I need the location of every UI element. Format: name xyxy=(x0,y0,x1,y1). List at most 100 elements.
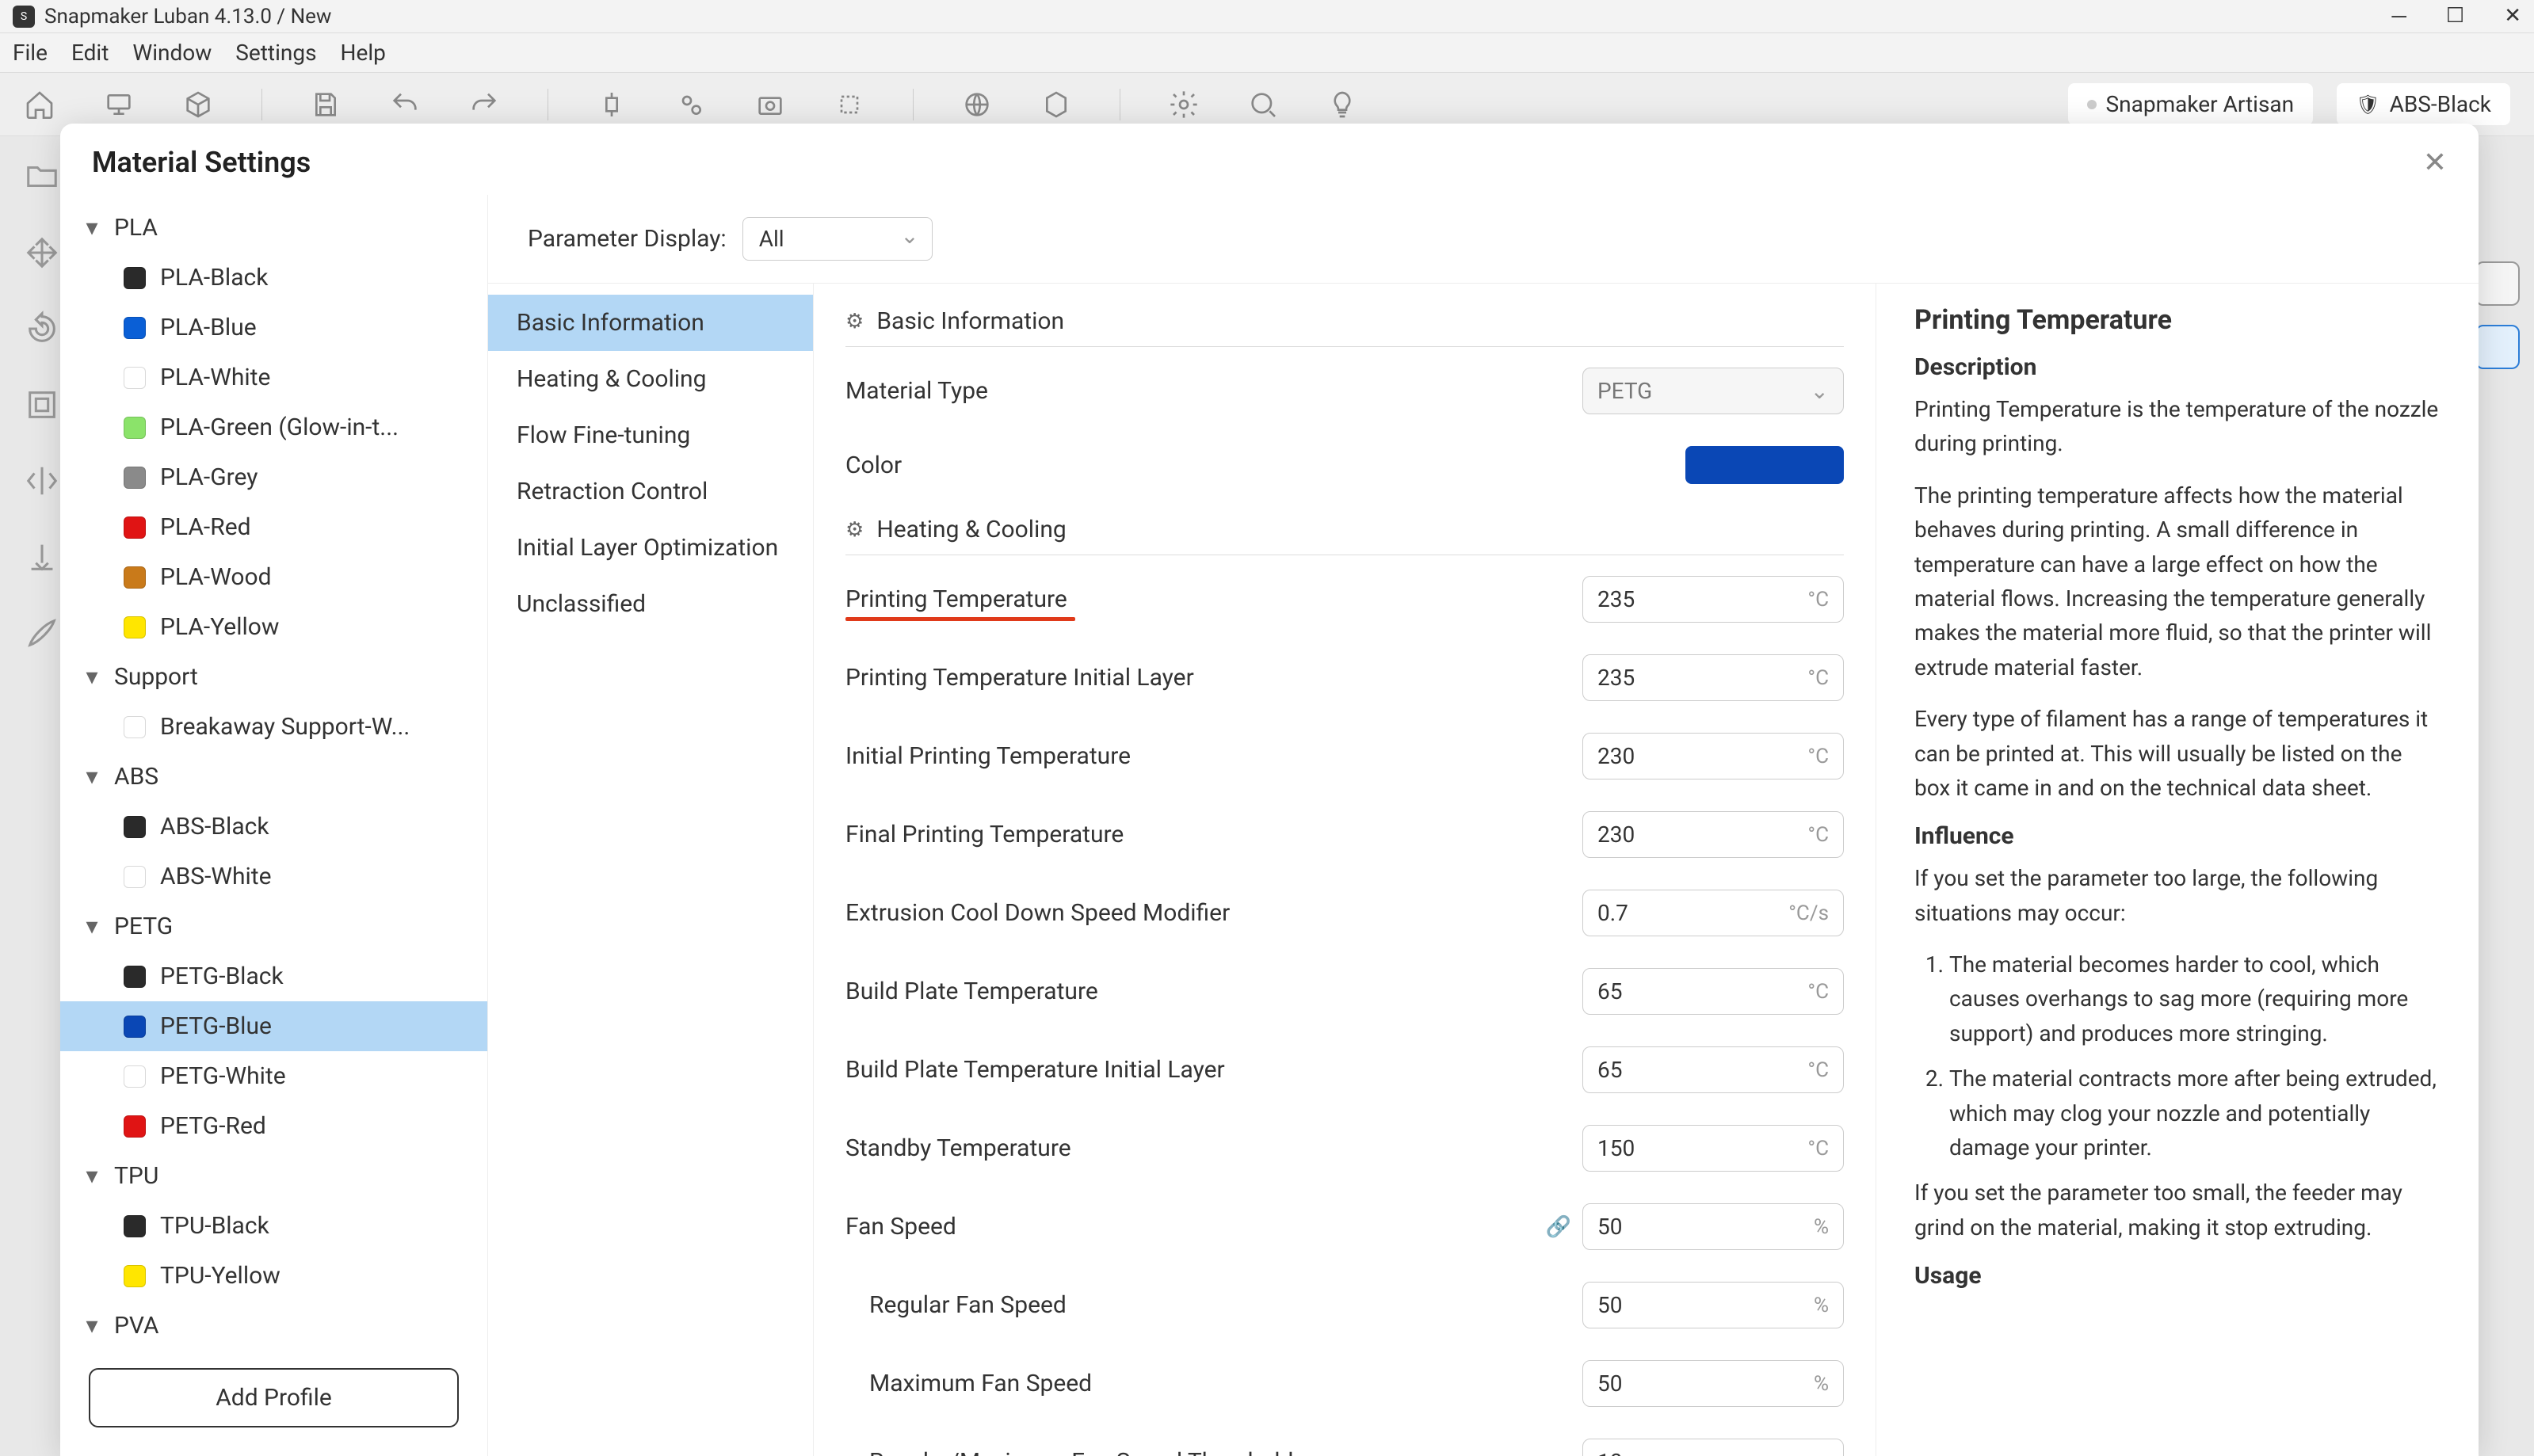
section-nav-item[interactable]: Retraction Control xyxy=(488,463,813,520)
material-item[interactable]: ABS-White xyxy=(60,852,487,901)
material-group-tpu[interactable]: ▾TPU xyxy=(60,1151,487,1201)
folder-icon[interactable] xyxy=(24,158,60,195)
menu-file[interactable]: File xyxy=(13,40,48,66)
field-input[interactable]: 10s xyxy=(1582,1439,1844,1456)
color-swatch[interactable] xyxy=(1685,446,1844,484)
help-panel[interactable]: Printing Temperature Description Printin… xyxy=(1876,284,2479,1456)
color-swatch-icon xyxy=(124,317,146,339)
material-type-select[interactable]: PETG xyxy=(1582,368,1844,414)
material-group-support[interactable]: ▾Support xyxy=(60,652,487,702)
material-item[interactable]: TPU-Yellow xyxy=(60,1251,487,1301)
material-item[interactable]: PETG-White xyxy=(60,1051,487,1101)
section-nav-item[interactable]: Initial Layer Optimization xyxy=(488,520,813,576)
scale-icon[interactable] xyxy=(24,387,60,423)
home-icon[interactable] xyxy=(24,89,55,120)
param-display-select[interactable]: All xyxy=(742,217,933,261)
field-input[interactable]: 150°C xyxy=(1582,1125,1844,1172)
material-item[interactable]: PLA-Black xyxy=(60,253,487,303)
material-group-pla[interactable]: ▾PLA xyxy=(60,203,487,253)
section-head-basic: Basic Information xyxy=(876,307,1064,335)
field-input[interactable]: 50% xyxy=(1582,1203,1844,1250)
material-item[interactable]: Breakaway Support-W... xyxy=(60,702,487,752)
globe-icon[interactable] xyxy=(961,89,993,120)
material-item-label: PETG-Red xyxy=(160,1112,266,1140)
field-input[interactable]: 50% xyxy=(1582,1282,1844,1328)
add-profile-button[interactable]: Add Profile xyxy=(89,1368,459,1427)
material-item[interactable]: PLA-Green (Glow-in-t... xyxy=(60,402,487,452)
close-icon[interactable]: ✕ xyxy=(2423,146,2447,179)
color-swatch-icon xyxy=(124,866,146,888)
menu-settings[interactable]: Settings xyxy=(235,40,316,66)
redo-icon[interactable] xyxy=(468,89,500,120)
form-area[interactable]: ⚙ Basic Information Material Type PETG C… xyxy=(813,284,1876,1456)
menu-help[interactable]: Help xyxy=(341,40,386,66)
material-group-petg[interactable]: ▾PETG xyxy=(60,901,487,951)
material-group-abs[interactable]: ▾ABS xyxy=(60,752,487,802)
workspace-icon[interactable] xyxy=(103,89,135,120)
panel-toggle-1[interactable] xyxy=(2475,261,2520,306)
field-label: Extrusion Cool Down Speed Modifier xyxy=(845,899,1582,927)
field-input[interactable]: 230°C xyxy=(1582,733,1844,779)
camera-icon[interactable] xyxy=(754,89,786,120)
shape-icon[interactable] xyxy=(596,89,628,120)
support-icon[interactable] xyxy=(24,539,60,575)
material-item[interactable]: PETG-Red xyxy=(60,1101,487,1151)
section-nav-item[interactable]: Heating & Cooling xyxy=(488,351,813,407)
maximize-button[interactable]: ☐ xyxy=(2446,4,2464,29)
field-input[interactable]: 235°C xyxy=(1582,576,1844,623)
bulb-icon[interactable] xyxy=(1326,89,1358,120)
menu-window[interactable]: Window xyxy=(132,40,212,66)
save-icon[interactable] xyxy=(310,89,342,120)
form-row: Extrusion Cool Down Speed Modifier0.7°C/… xyxy=(845,874,1844,952)
menu-edit[interactable]: Edit xyxy=(71,40,109,66)
field-input[interactable]: 65°C xyxy=(1582,1046,1844,1093)
help-p2: The printing temperature affects how the… xyxy=(1914,478,2441,684)
material-item[interactable]: PLA-Wood xyxy=(60,552,487,602)
material-item[interactable]: PLA-Blue xyxy=(60,303,487,353)
machine-selector[interactable]: Snapmaker Artisan xyxy=(2068,83,2314,125)
settings-icon[interactable] xyxy=(1168,89,1200,120)
status-dot-icon xyxy=(2087,100,2097,109)
field-input[interactable]: 235°C xyxy=(1582,654,1844,701)
field-input[interactable]: 0.7°C/s xyxy=(1582,890,1844,936)
material-tree[interactable]: ▾PLAPLA-BlackPLA-Blue PLA-White PLA-Green … xyxy=(60,195,488,1456)
form-row: Final Printing Temperature230°C xyxy=(845,795,1844,874)
brush-icon[interactable] xyxy=(24,615,60,651)
material-item-label: PLA-White xyxy=(160,364,270,391)
material-badge[interactable]: 🛡 ABS-Black xyxy=(2337,83,2510,125)
gear-icon: ⚙ xyxy=(845,310,864,334)
search-icon[interactable] xyxy=(1247,89,1279,120)
move-icon[interactable] xyxy=(24,234,60,271)
material-item[interactable]: PETG-Black xyxy=(60,951,487,1001)
material-item-label: PLA-Yellow xyxy=(160,613,279,641)
material-item[interactable]: PLA-White xyxy=(60,353,487,402)
field-input[interactable]: 230°C xyxy=(1582,811,1844,858)
hex-icon[interactable] xyxy=(1040,89,1072,120)
material-item[interactable]: PLA-Grey xyxy=(60,452,487,502)
material-item[interactable]: ABS-Black xyxy=(60,802,487,852)
mirror-icon[interactable] xyxy=(24,463,60,499)
section-nav-item[interactable]: Flow Fine-tuning xyxy=(488,407,813,463)
cube-icon[interactable] xyxy=(182,89,214,120)
section-nav-item[interactable]: Basic Information xyxy=(488,295,813,351)
color-swatch-icon xyxy=(124,467,146,489)
section-nav-item[interactable]: Unclassified xyxy=(488,576,813,632)
undo-icon[interactable] xyxy=(389,89,421,120)
app-icon: S xyxy=(13,6,35,28)
material-item[interactable]: PLA-Yellow xyxy=(60,602,487,652)
gears-icon[interactable] xyxy=(675,89,707,120)
color-swatch-icon xyxy=(124,816,146,838)
material-item[interactable]: PLA-Red xyxy=(60,502,487,552)
close-window-button[interactable]: ✕ xyxy=(2504,4,2521,29)
link-icon[interactable]: 🔗 xyxy=(1546,1215,1571,1239)
panel-toggle-2[interactable] xyxy=(2475,325,2520,369)
rotate-icon[interactable] xyxy=(24,311,60,347)
minimize-button[interactable]: ─ xyxy=(2391,4,2406,29)
field-input[interactable]: 65°C xyxy=(1582,968,1844,1015)
material-item[interactable]: TPU-Black xyxy=(60,1201,487,1251)
select-icon[interactable] xyxy=(834,89,865,120)
material-item[interactable]: PETG-Blue xyxy=(60,1001,487,1051)
material-group-pva[interactable]: ▾PVA xyxy=(60,1301,487,1351)
field-input[interactable]: 50% xyxy=(1582,1360,1844,1407)
field-label: Maximum Fan Speed xyxy=(845,1370,1582,1397)
